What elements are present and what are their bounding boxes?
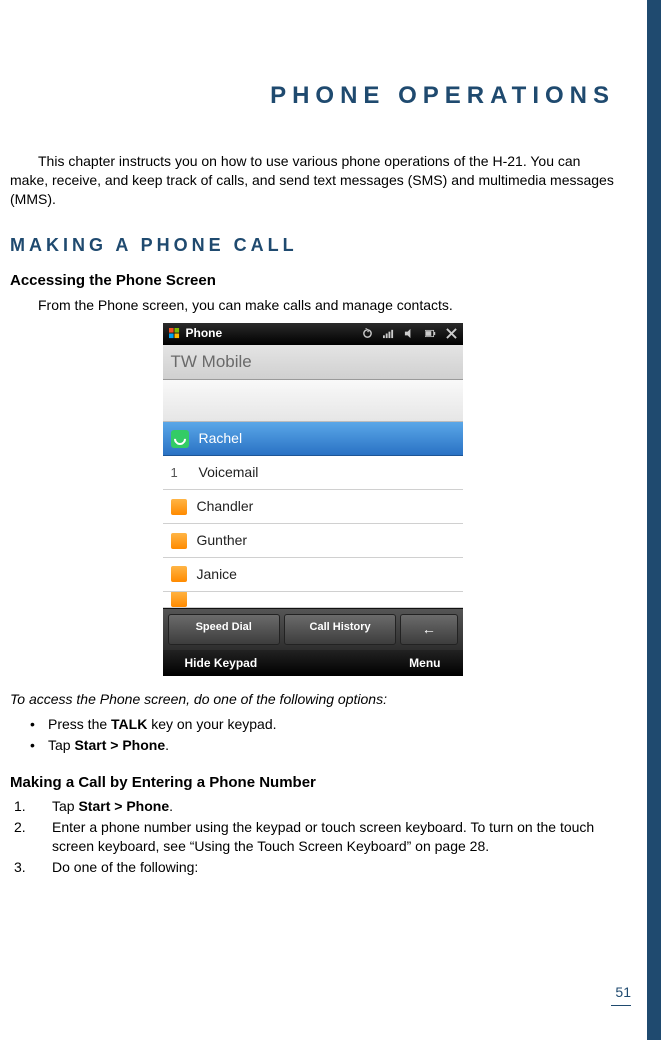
phone-screenshot: Phone TW Mobile Rachel 1 Voicemail Chand… bbox=[163, 323, 463, 676]
access-options-list: Press the TALK key on your keypad. Tap S… bbox=[30, 715, 615, 755]
text: Tap bbox=[48, 737, 74, 753]
contact-card-icon bbox=[171, 592, 187, 608]
backspace-button: ← bbox=[400, 614, 457, 645]
contact-row: Janice bbox=[163, 558, 463, 592]
text: . bbox=[165, 737, 169, 753]
close-icon bbox=[446, 328, 457, 339]
contact-row-partial bbox=[163, 592, 463, 608]
phone-softkey-bar: Hide Keypad Menu bbox=[163, 650, 463, 676]
text: Tap bbox=[52, 798, 78, 814]
list-item: Tap Start > Phone. bbox=[30, 736, 615, 755]
contact-card-icon bbox=[171, 533, 187, 549]
status-left: Phone bbox=[169, 325, 223, 341]
hide-keypad-softkey: Hide Keypad bbox=[185, 655, 258, 671]
windows-flag-icon bbox=[169, 328, 180, 339]
speed-dial-number: 1 bbox=[171, 464, 189, 482]
contact-name: Janice bbox=[197, 565, 237, 584]
volume-icon bbox=[404, 328, 415, 339]
menu-softkey: Menu bbox=[409, 655, 440, 671]
subsection-title-accessing: Accessing the Phone Screen bbox=[10, 271, 615, 291]
page-content: Phone Operations This chapter instructs … bbox=[0, 0, 661, 876]
list-item: Do one of the following: bbox=[14, 858, 615, 877]
call-history-button: Call History bbox=[284, 614, 396, 645]
intro-paragraph: This chapter instructs you on how to use… bbox=[10, 152, 615, 209]
signal-icon bbox=[383, 328, 394, 339]
contact-row-selected: Rachel bbox=[163, 422, 463, 456]
phone-button-strip: Speed Dial Call History ← bbox=[163, 608, 463, 650]
status-right bbox=[362, 328, 457, 339]
list-item: Enter a phone number using the keypad or… bbox=[14, 818, 615, 856]
list-item: Press the TALK key on your keypad. bbox=[30, 715, 615, 734]
sync-icon bbox=[362, 328, 373, 339]
chapter-title: Phone Operations bbox=[10, 80, 615, 112]
status-title: Phone bbox=[186, 325, 223, 341]
section-heading: Making a Phone Call bbox=[10, 233, 615, 257]
call-received-icon bbox=[171, 430, 189, 448]
contact-card-icon bbox=[171, 499, 187, 515]
text: key on your keypad. bbox=[147, 716, 276, 732]
contact-name: Gunther bbox=[197, 531, 248, 550]
list-item: Tap Start > Phone. bbox=[14, 797, 615, 816]
contact-card-icon bbox=[171, 566, 187, 582]
contact-row: Gunther bbox=[163, 524, 463, 558]
battery-icon bbox=[425, 328, 436, 339]
subsection-text-accessing: From the Phone screen, you can make call… bbox=[38, 296, 615, 315]
page-number: 51 bbox=[615, 983, 631, 1002]
dial-display-area bbox=[163, 380, 463, 422]
contact-row: 1 Voicemail bbox=[163, 456, 463, 490]
page-number-underline bbox=[611, 1005, 631, 1006]
subsection-title-making-call: Making a Call by Entering a Phone Number bbox=[10, 773, 615, 793]
carrier-label: TW Mobile bbox=[163, 345, 463, 381]
right-margin-bar bbox=[647, 0, 661, 1040]
speed-dial-button: Speed Dial bbox=[168, 614, 280, 645]
text: . bbox=[169, 798, 173, 814]
text-strong: TALK bbox=[111, 716, 147, 732]
contact-name: Rachel bbox=[199, 429, 243, 448]
text-strong: Start > Phone bbox=[74, 737, 165, 753]
contact-row: Chandler bbox=[163, 490, 463, 524]
phone-status-bar: Phone bbox=[163, 323, 463, 345]
making-call-steps: Tap Start > Phone. Enter a phone number … bbox=[14, 797, 615, 877]
contact-name: Chandler bbox=[197, 497, 254, 516]
text-strong: Start > Phone bbox=[78, 798, 169, 814]
text: Press the bbox=[48, 716, 111, 732]
access-instruction-line: To access the Phone screen, do one of th… bbox=[10, 690, 615, 709]
contact-name: Voicemail bbox=[199, 463, 259, 482]
